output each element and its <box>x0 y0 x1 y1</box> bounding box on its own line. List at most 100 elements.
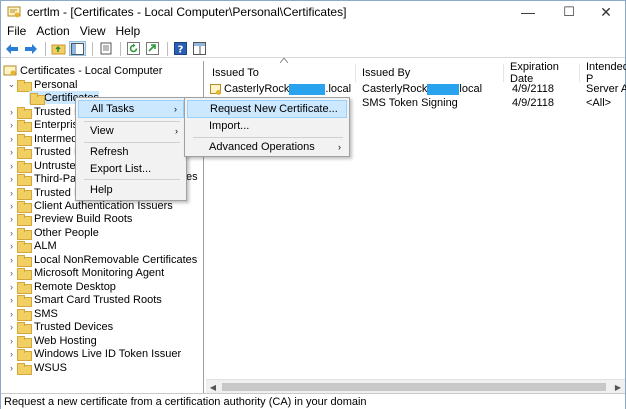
expand-right-icon[interactable]: › <box>7 134 16 144</box>
expand-right-icon[interactable]: › <box>7 120 16 130</box>
expand-right-icon[interactable]: › <box>7 188 16 198</box>
menu-bar: File Action View Help <box>1 23 625 40</box>
folder-icon <box>17 227 32 240</box>
tree-item[interactable]: › Microsoft Monitoring Agent <box>7 266 164 280</box>
folder-icon <box>17 281 32 294</box>
maximize-button[interactable]: ☐ <box>550 1 588 23</box>
scrollbar-thumb[interactable] <box>222 383 606 391</box>
menu-view[interactable]: View <box>78 23 114 40</box>
export-list-icon[interactable] <box>144 41 161 56</box>
issued-by-text: local <box>459 83 483 95</box>
column-header-issued-by[interactable]: Issued By <box>356 64 504 82</box>
tree-item[interactable]: › Local NonRemovable Certificates <box>7 253 198 267</box>
show-hide-tree-icon[interactable] <box>69 41 86 56</box>
tree-item-personal[interactable]: ⌄ Personal <box>7 78 78 92</box>
properties-icon[interactable] <box>97 41 114 56</box>
menu-item-view[interactable]: View › <box>78 122 184 140</box>
tree-label: Smart Card Trusted Roots <box>34 293 162 306</box>
expand-right-icon[interactable]: › <box>7 282 16 292</box>
folder-icon <box>17 321 32 334</box>
title-bar[interactable]: certlm - [Certificates - Local Computer\… <box>1 1 625 23</box>
certificate-app-icon <box>7 6 21 18</box>
tree-item[interactable]: › Other People <box>7 226 99 240</box>
refresh-icon[interactable] <box>125 41 142 56</box>
tree-item[interactable]: › Windows Live ID Token Issuer <box>7 347 181 361</box>
issued-to-cell: CasterlyRock <box>224 83 290 95</box>
tree-label: Personal <box>34 78 78 91</box>
issued-by-cell: CasterlyRock local <box>362 83 482 95</box>
intended-cell: <All> <box>586 97 612 109</box>
menu-item-label: All Tasks <box>91 103 135 115</box>
expand-right-icon[interactable]: › <box>7 349 16 359</box>
column-header-issued-to[interactable]: Issued To <box>206 64 356 82</box>
tree-item[interactable]: › Third-Part <box>7 172 83 186</box>
expand-right-icon[interactable]: › <box>7 241 16 251</box>
column-header-expiration[interactable]: Expiration Date <box>504 61 580 85</box>
expand-right-icon[interactable]: › <box>7 322 16 332</box>
menu-item-all-tasks[interactable]: All Tasks › <box>78 100 184 118</box>
column-header-intended[interactable]: Intended P <box>580 61 626 85</box>
tree-label: Intermedi <box>34 132 80 145</box>
tree-label: ALM <box>34 239 57 252</box>
menu-item-advanced-operations[interactable]: Advanced Operations › <box>187 138 347 156</box>
tree-item[interactable]: › SMS <box>7 307 58 321</box>
menu-item-export-list[interactable]: Export List... <box>78 160 184 178</box>
expand-right-icon[interactable]: › <box>7 268 16 278</box>
menu-item-refresh[interactable]: Refresh <box>78 143 184 161</box>
scroll-left-icon[interactable]: ◀ <box>206 380 220 394</box>
expand-right-icon[interactable]: › <box>7 174 16 184</box>
menu-item-import[interactable]: Import... <box>187 117 347 135</box>
tree-label: WSUS <box>34 361 67 374</box>
expand-right-icon[interactable]: › <box>7 214 16 224</box>
up-folder-icon[interactable] <box>50 41 67 56</box>
menu-help[interactable]: Help <box>114 23 149 40</box>
forward-icon[interactable] <box>22 41 39 56</box>
tree-item[interactable]: › Remote Desktop <box>7 280 116 294</box>
minimize-button[interactable]: — <box>509 1 547 23</box>
back-icon[interactable] <box>3 41 20 56</box>
expand-right-icon[interactable]: › <box>7 107 16 117</box>
toolbar-separator <box>167 41 168 56</box>
menu-file[interactable]: File <box>5 23 34 40</box>
horizontal-scrollbar[interactable]: ◀ ▶ <box>206 379 625 393</box>
folder-icon <box>17 308 32 321</box>
tree-label: Web Hosting <box>34 334 97 347</box>
tree-item-root[interactable]: Certificates - Local Computer <box>3 64 162 77</box>
tree-item[interactable]: › Untrusted <box>7 159 82 173</box>
tree-item[interactable]: › Smart Card Trusted Roots <box>7 293 162 307</box>
folder-icon <box>17 119 32 132</box>
folder-icon <box>17 187 32 200</box>
expand-right-icon[interactable]: › <box>7 201 16 211</box>
tree-item[interactable]: › Enterprise <box>7 118 84 132</box>
tree-item[interactable]: › Web Hosting <box>7 334 97 348</box>
expand-right-icon[interactable]: › <box>7 161 16 171</box>
tree-item[interactable]: › ALM <box>7 239 57 253</box>
close-button[interactable]: ✕ <box>587 1 625 23</box>
snapin-pane-icon[interactable] <box>191 41 208 56</box>
tree-item[interactable]: › Trusted Devices <box>7 320 113 334</box>
table-row[interactable]: CasterlyRock .local CasterlyRock local 4/9… <box>210 82 626 96</box>
tree-item[interactable]: › Intermedi <box>7 132 80 146</box>
expand-right-icon[interactable]: › <box>7 147 16 157</box>
menu-item-request-new-certificate[interactable]: Request New Certificate... <box>187 100 347 118</box>
expand-down-icon[interactable]: ⌄ <box>7 79 16 90</box>
tree-item[interactable]: › Preview Build Roots <box>7 212 132 226</box>
tree-label: Remote Desktop <box>34 280 116 293</box>
folder-icon <box>17 106 32 119</box>
tree-label: Local NonRemovable Certificates <box>34 253 198 266</box>
expand-right-icon[interactable]: › <box>7 363 16 373</box>
tree-item[interactable]: › WSUS <box>7 361 67 375</box>
expand-right-icon[interactable]: › <box>7 255 16 265</box>
expand-right-icon[interactable]: › <box>7 228 16 238</box>
help-icon[interactable]: ? <box>172 41 189 56</box>
folder-icon <box>17 348 32 361</box>
menu-action[interactable]: Action <box>34 23 77 40</box>
expand-right-icon[interactable]: › <box>7 295 16 305</box>
expand-right-icon[interactable]: › <box>7 309 16 319</box>
scroll-right-icon[interactable]: ▶ <box>611 380 625 394</box>
folder-icon <box>17 200 32 213</box>
tree-label-overflow: es <box>186 171 198 183</box>
folder-icon <box>17 146 32 159</box>
expand-right-icon[interactable]: › <box>7 336 16 346</box>
menu-item-help[interactable]: Help <box>78 181 184 199</box>
